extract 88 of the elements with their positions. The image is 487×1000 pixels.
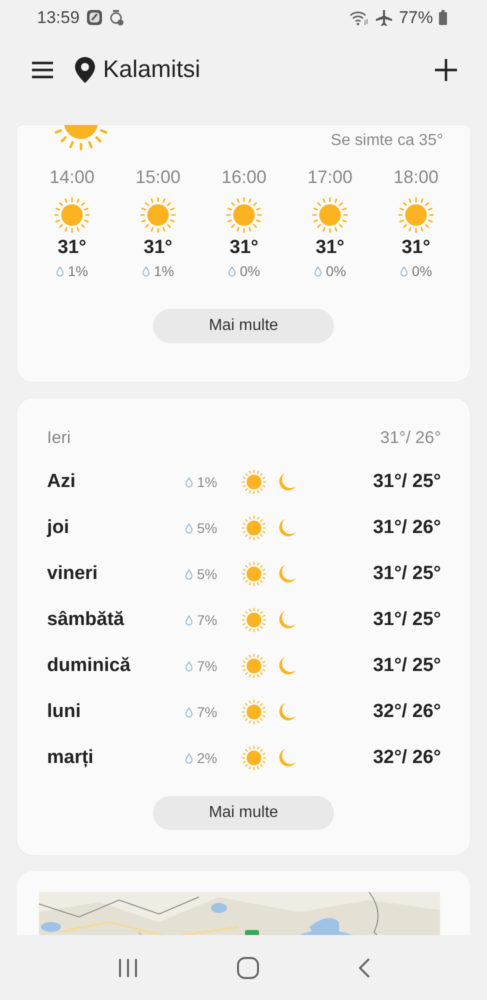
hourly-temperature: 31° xyxy=(58,237,86,259)
precipitation-chance: 2% xyxy=(197,750,218,766)
temperature-range: 31°/ 25° xyxy=(372,563,441,585)
raindrop-icon xyxy=(56,266,64,276)
raindrop-icon xyxy=(400,266,408,276)
hour-label: 14:00 xyxy=(49,167,95,188)
more-button[interactable]: Mai multe xyxy=(153,796,334,830)
back-icon xyxy=(358,958,370,978)
clock-time: 13:59 xyxy=(37,8,80,28)
hourly-temperature: 31° xyxy=(316,237,344,259)
sun-icon xyxy=(241,745,267,771)
moon-icon xyxy=(277,610,297,630)
hourly-temperature: 31° xyxy=(230,237,258,259)
sun-icon xyxy=(397,196,435,234)
moon-icon xyxy=(277,748,297,768)
day-label: joi xyxy=(47,517,70,539)
home-icon xyxy=(236,956,258,978)
add-location-button[interactable] xyxy=(435,59,457,81)
location-name: Kalamitsi xyxy=(103,56,202,84)
hour-label: 16:00 xyxy=(221,167,267,188)
precipitation-chance: 7% xyxy=(197,658,218,674)
feels-like-temperature: Se simte ca 35° xyxy=(330,132,443,150)
watch-icon xyxy=(108,9,124,26)
sun-icon xyxy=(241,469,267,495)
temperature-range: 31°/ 26° xyxy=(372,517,441,539)
day-label: duminică xyxy=(47,655,132,677)
sun-icon xyxy=(311,196,349,234)
raindrop-icon xyxy=(314,266,322,276)
temperature-range: 32°/ 26° xyxy=(372,747,441,769)
raindrop-icon xyxy=(185,614,193,626)
sun-icon xyxy=(225,196,263,234)
hour-label: 17:00 xyxy=(307,167,353,188)
temperature-range: 31°/ 26° xyxy=(379,428,441,448)
precipitation-chance: 7% xyxy=(197,704,218,720)
sun-icon xyxy=(241,607,267,633)
app-notification-icon xyxy=(86,9,103,26)
moon-icon xyxy=(277,564,297,584)
recent-apps-icon xyxy=(118,958,138,976)
precipitation-chance: 5% xyxy=(197,566,218,582)
raindrop-icon xyxy=(142,266,150,276)
plus-icon xyxy=(435,59,457,81)
hour-label: 18:00 xyxy=(393,167,439,188)
sun-icon xyxy=(241,653,267,679)
raindrop-icon xyxy=(185,476,193,488)
moon-icon xyxy=(277,656,297,676)
temperature-range: 31°/ 25° xyxy=(372,471,441,493)
sun-icon xyxy=(241,561,267,587)
location-pin-icon xyxy=(75,57,95,83)
precipitation-chance: 0% xyxy=(412,263,432,279)
airplane-icon xyxy=(374,8,393,26)
hourly-temperature: 31° xyxy=(144,237,172,259)
precipitation-chance: 1% xyxy=(154,263,174,279)
raindrop-icon xyxy=(185,660,193,672)
precipitation-chance: 0% xyxy=(326,263,346,279)
wifi-icon xyxy=(348,10,369,26)
raindrop-icon xyxy=(185,706,193,718)
day-label: luni xyxy=(47,701,82,723)
battery-icon xyxy=(439,10,447,25)
more-button[interactable]: Mai multe xyxy=(153,309,334,343)
temperature-range: 32°/ 26° xyxy=(372,701,441,723)
precipitation-chance: 5% xyxy=(197,520,218,536)
raindrop-icon xyxy=(228,266,236,276)
raindrop-icon xyxy=(185,522,193,534)
temperature-range: 31°/ 25° xyxy=(372,655,441,677)
day-label: marți xyxy=(47,747,94,769)
raindrop-icon xyxy=(185,752,193,764)
hour-label: 15:00 xyxy=(135,167,181,188)
raindrop-icon xyxy=(185,568,193,580)
moon-icon xyxy=(277,472,297,492)
sun-icon xyxy=(241,515,267,541)
moon-icon xyxy=(277,702,297,722)
sun-icon xyxy=(53,196,91,234)
precipitation-chance: 0% xyxy=(240,263,260,279)
precipitation-chance: 1% xyxy=(197,474,218,490)
sun-icon xyxy=(241,699,267,725)
day-label: Ieri xyxy=(47,428,72,448)
menu-icon xyxy=(32,61,53,79)
precipitation-chance: 1% xyxy=(68,263,88,279)
moon-icon xyxy=(277,518,297,538)
day-label: sâmbătă xyxy=(47,609,126,631)
hourly-temperature: 31° xyxy=(402,237,430,259)
temperature-range: 31°/ 25° xyxy=(372,609,441,631)
menu-button[interactable] xyxy=(32,61,53,79)
day-label: vineri xyxy=(47,563,99,585)
battery-percentage: 77% xyxy=(398,8,433,28)
day-label: Azi xyxy=(47,471,76,493)
sun-icon xyxy=(139,196,177,234)
precipitation-chance: 7% xyxy=(197,612,218,628)
